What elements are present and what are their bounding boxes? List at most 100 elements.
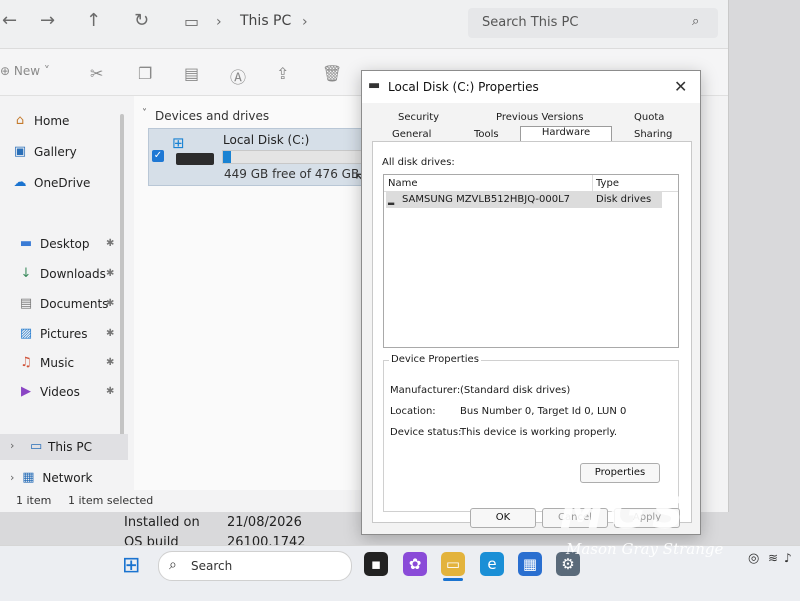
store-icon[interactable]: ▦ (518, 552, 542, 576)
volume-icon[interactable]: ♪ (784, 551, 792, 565)
pin-icon[interactable]: ✱ (106, 298, 114, 309)
device-properties-heading: Device Properties (389, 354, 481, 365)
tab-previous-versions[interactable]: Previous Versions (496, 112, 583, 123)
sidebar-item-downloads[interactable]: ↓ Downloads (18, 266, 106, 281)
up-arrow-icon[interactable]: ↑ (86, 10, 101, 31)
drive-model: SAMSUNG MZVLB512HBJQ-000L7 (402, 194, 571, 205)
tab-sharing[interactable]: Sharing (634, 129, 672, 140)
language-icon[interactable]: ◎ (748, 551, 759, 566)
share-icon[interactable]: ⇪ (276, 64, 289, 83)
sidebar-item-gallery[interactable]: ▣ Gallery (12, 144, 77, 159)
all-disk-drives-label: All disk drives: (382, 157, 455, 168)
refresh-icon[interactable]: ↻ (134, 10, 149, 31)
download-icon: ↓ (20, 266, 32, 281)
sidebar-label-gallery: Gallery (34, 144, 77, 159)
disk-drive-icon: ▂ (388, 196, 395, 205)
sidebar-item-music[interactable]: ♫ Music (18, 355, 74, 370)
sidebar-item-onedrive[interactable]: ☁ OneDrive (12, 175, 91, 190)
document-icon: ▤ (19, 296, 33, 311)
pin-icon[interactable]: ✱ (106, 238, 114, 249)
back-arrow-icon[interactable]: ← (2, 10, 17, 31)
search-input[interactable]: Search This PC ⌕ (468, 8, 718, 38)
search-placeholder: Search This PC (482, 15, 579, 30)
start-button[interactable]: ⊞ (122, 553, 140, 578)
device-properties-button[interactable]: Properties (580, 463, 660, 483)
pin-icon[interactable]: ✱ (106, 386, 114, 397)
wifi-icon[interactable]: ≋ (768, 551, 778, 565)
sidebar-label-desktop: Desktop (40, 236, 90, 251)
new-button[interactable]: ⊕ New ˅ (0, 64, 50, 78)
tab-hardware[interactable]: Hardware (520, 126, 612, 142)
sidebar-label-network: Network (42, 470, 93, 485)
home-icon: ⌂ (15, 113, 25, 128)
monitor-icon: ▭ (184, 12, 200, 31)
column-header-name[interactable]: Name (388, 178, 418, 189)
tab-quota[interactable]: Quota (634, 112, 664, 123)
sidebar-label-onedrive: OneDrive (34, 175, 91, 190)
location-value: Bus Number 0, Target Id 0, LUN 0 (460, 406, 627, 417)
section-title[interactable]: Devices and drives (155, 109, 269, 123)
music-icon: ♫ (20, 355, 32, 370)
tab-tools[interactable]: Tools (474, 129, 499, 140)
sidebar-item-this-pc[interactable]: › ▭ This PC (0, 434, 128, 460)
sidebar-scrollbar[interactable] (120, 114, 124, 454)
selection-checkbox[interactable]: ✓ (152, 150, 164, 162)
cut-icon[interactable]: ✂ (90, 64, 103, 83)
chevron-right-icon[interactable]: › (10, 471, 14, 484)
ok-button[interactable]: OK (470, 508, 536, 528)
sidebar-label-pictures: Pictures (40, 326, 88, 341)
sidebar-label-home: Home (34, 113, 70, 128)
copilot-icon[interactable]: ✿ (403, 552, 427, 576)
status-bar: 1 item 1 item selected (0, 490, 360, 512)
windows-logo-icon: ⊞ (172, 134, 185, 152)
list-item[interactable]: ▂ SAMSUNG MZVLB512HBJQ-000L7 Disk drives (386, 192, 662, 208)
task-view-icon[interactable]: ▪ (364, 552, 388, 576)
installed-value: 21/08/2026 (227, 515, 302, 530)
sidebar-item-network[interactable]: › ▦ Network (10, 470, 93, 485)
hardware-tab-panel: All disk drives: Name Type ▂ SAMSUNG MZV… (372, 141, 692, 523)
paste-icon[interactable]: ▤ (184, 64, 199, 83)
dialog-title-bar[interactable]: ▬ Local Disk (C:) Properties ✕ (362, 71, 700, 103)
sidebar-label-videos: Videos (40, 384, 80, 399)
address-bar: ← → ↑ ↻ ▭ › This PC › Search This PC ⌕ (0, 0, 728, 49)
pin-icon[interactable]: ✱ (106, 357, 114, 368)
video-icon: ▶ (21, 384, 31, 399)
chevron-down-icon[interactable]: ˅ (142, 108, 147, 119)
sidebar-label-this-pc: This PC (48, 440, 92, 454)
column-header-type[interactable]: Type (596, 178, 619, 189)
copy-icon[interactable]: ❐ (138, 64, 152, 83)
new-label: New (13, 64, 41, 78)
search-icon: ⌕ (692, 14, 700, 29)
taskbar-search-box[interactable]: ⌕ Search (158, 551, 352, 581)
desktop-folder-icon: ▬ (19, 236, 33, 251)
disk-drives-list[interactable]: Name Type ▂ SAMSUNG MZVLB512HBJQ-000L7 D… (383, 174, 679, 348)
pin-icon[interactable]: ✱ (106, 268, 114, 279)
forward-arrow-icon[interactable]: → (40, 10, 55, 31)
sidebar-item-documents[interactable]: ▤ Documents (18, 296, 109, 311)
column-divider[interactable] (592, 175, 593, 191)
breadcrumb-this-pc[interactable]: This PC (240, 13, 291, 29)
sidebar-item-pictures[interactable]: ▨ Pictures (18, 326, 88, 341)
installed-label: Installed on (124, 515, 200, 530)
selected-count: 1 item selected (68, 494, 154, 507)
sidebar-item-home[interactable]: ⌂ Home (12, 113, 70, 128)
file-explorer-icon[interactable]: ▭ (441, 552, 465, 576)
tab-security[interactable]: Security (398, 112, 439, 123)
sidebar-item-videos[interactable]: ▶ Videos (18, 384, 80, 399)
pin-icon[interactable]: ✱ (106, 328, 114, 339)
sidebar-label-downloads: Downloads (40, 266, 106, 281)
edge-browser-icon[interactable]: e (480, 552, 504, 576)
sidebar-item-desktop[interactable]: ▬ Desktop (18, 236, 90, 251)
delete-icon[interactable]: 🗑 (322, 64, 342, 83)
list-header: Name Type (384, 175, 678, 192)
close-icon[interactable]: ✕ (674, 77, 687, 96)
chevron-right-icon[interactable]: › (10, 439, 14, 452)
item-count: 1 item (16, 494, 52, 507)
location-label: Location: (390, 406, 436, 417)
chevron-right-icon[interactable]: › (302, 14, 308, 30)
tab-general[interactable]: General (392, 129, 431, 140)
rename-icon[interactable]: Ⓐ (230, 64, 246, 88)
drive-icon: ▬ (368, 78, 381, 93)
device-status-value: This device is working properly. (460, 427, 618, 438)
drive-usage-fill (223, 151, 231, 163)
